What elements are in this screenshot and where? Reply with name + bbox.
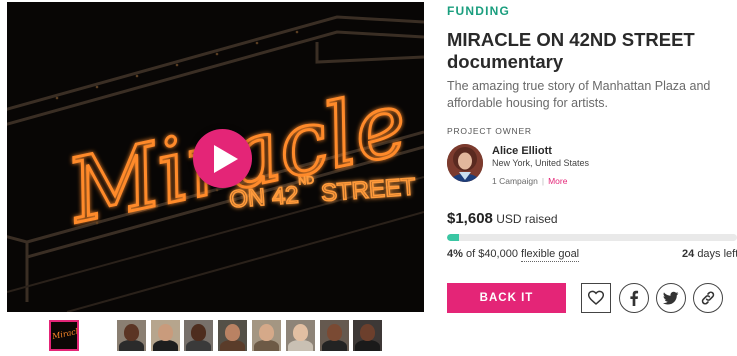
thumbnail-image[interactable] (320, 320, 349, 351)
thumbnail-portrait-body (254, 340, 279, 351)
copy-link-button[interactable] (693, 283, 723, 313)
share-twitter-button[interactable] (656, 283, 686, 313)
thumbnail-portrait-face (293, 324, 308, 341)
campaign-blurb: The amazing true story of Manhattan Plaz… (447, 79, 711, 110)
funding-goal-amount: of $40,000 (465, 248, 518, 260)
owner-meta: 1 Campaign | More (492, 176, 567, 186)
owner-campaign-count: 1 Campaign (492, 176, 538, 186)
owner-avatar-image (447, 144, 483, 182)
thumbnail-portrait-body (220, 340, 245, 351)
funding-progress-bar (447, 234, 737, 241)
owner-meta-separator: | (541, 176, 545, 186)
thumbnail-portrait-body (186, 340, 211, 351)
funds-raised: $1,608 USD raised (447, 210, 558, 227)
thumbnail-portrait-face (327, 324, 342, 341)
thumbnail-portrait-body (119, 340, 144, 351)
campaign-category[interactable]: FUNDING (447, 4, 510, 18)
campaign-video[interactable]: Miracle ON 42 ND STREET (7, 2, 424, 312)
thumbnail-image[interactable] (286, 320, 315, 351)
back-it-button[interactable]: BACK IT (447, 283, 566, 313)
thumbnail-image[interactable] (218, 320, 247, 351)
heart-icon (588, 290, 604, 305)
media-thumbnail-strip: Miracle (49, 320, 389, 352)
project-owner-heading: PROJECT OWNER (447, 126, 532, 136)
thumbnail-video[interactable]: Miracle (49, 320, 79, 351)
thumbnail-portrait-body (355, 340, 380, 351)
owner-name[interactable]: Alice Elliott (492, 145, 552, 157)
campaign-title: MIRACLE ON 42ND STREET documentary (447, 29, 695, 72)
thumbnail-portrait-face (225, 324, 240, 341)
funding-percent: 4% (447, 248, 463, 260)
raised-amount: $1,608 (447, 210, 493, 227)
thumbnail-portrait-face (360, 324, 375, 341)
owner-more-link[interactable]: More (548, 176, 567, 186)
thumbnail-title-text: Miracle (51, 325, 79, 342)
link-icon (701, 291, 715, 305)
days-label: days left (697, 248, 737, 260)
twitter-icon (663, 291, 679, 305)
facebook-icon (630, 290, 639, 306)
owner-avatar[interactable] (447, 144, 483, 182)
thumbnail-portrait-body (288, 340, 313, 351)
thumbnail-portrait-face (158, 324, 173, 341)
thumbnail-portrait-body (153, 340, 178, 351)
thumbnail-portrait-face (259, 324, 274, 341)
owner-location: New York, United States (492, 158, 590, 168)
funding-progress-fill (447, 234, 459, 241)
thumbnail-portrait-face (191, 324, 206, 341)
funding-goal: 4% of $40,000 flexible goal (447, 248, 580, 262)
funding-goal-type[interactable]: flexible goal (521, 248, 580, 262)
days-remaining: 24 days left (682, 248, 737, 260)
poster-subtitle-on: ON 42 (228, 182, 299, 214)
follow-button[interactable] (581, 283, 611, 313)
thumbnail-image[interactable] (252, 320, 281, 351)
thumbnail-portrait-body (322, 340, 347, 351)
play-icon (214, 145, 238, 173)
share-facebook-button[interactable] (619, 283, 649, 313)
play-button[interactable] (193, 129, 252, 188)
thumbnail-image[interactable] (151, 320, 180, 351)
poster-subtitle-nd: ND (298, 174, 315, 187)
thumbnail-image[interactable] (184, 320, 213, 351)
thumbnail-image[interactable] (117, 320, 146, 351)
thumbnail-portrait-face (124, 324, 139, 341)
thumbnail-image[interactable] (353, 320, 382, 351)
days-number: 24 (682, 248, 695, 260)
raised-currency-label: USD raised (496, 212, 558, 226)
